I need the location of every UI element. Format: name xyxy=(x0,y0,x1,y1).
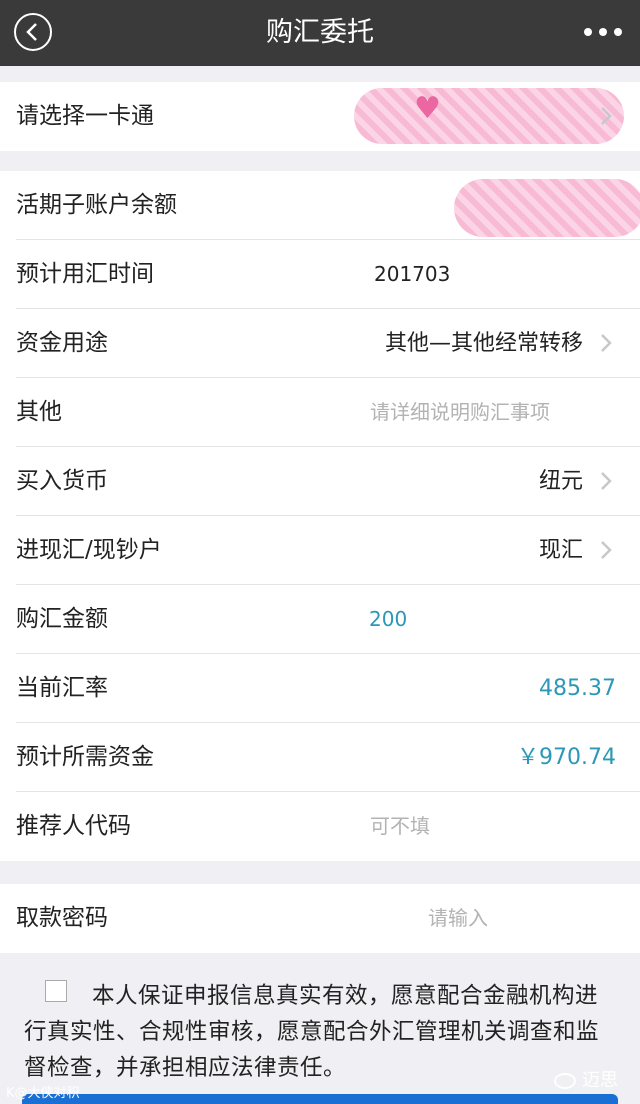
required-funds-label: 预计所需资金 xyxy=(16,744,154,770)
chevron-right-icon xyxy=(601,334,612,352)
required-funds-value: ￥970.74 xyxy=(517,745,616,770)
fund-purpose-label: 资金用途 xyxy=(16,330,108,356)
chevron-right-icon xyxy=(601,472,612,490)
card-select-label: 请选择一卡通 xyxy=(16,103,154,129)
exchange-time-label: 预计用汇时间 xyxy=(16,261,154,287)
obscured-balance-value xyxy=(454,179,640,237)
navbar: 购汇委托 xyxy=(0,0,640,66)
required-funds-row: 预计所需资金 ￥970.74 xyxy=(16,723,640,792)
watermark-right-label: 迈思 xyxy=(582,1070,618,1091)
other-label: 其他 xyxy=(16,399,62,425)
heart-sticker-icon: ♥ xyxy=(414,91,441,126)
obscured-card-value: ♥ xyxy=(354,88,624,144)
referrer-input[interactable]: 可不填 xyxy=(370,792,430,861)
password-group: 取款密码 请输入 xyxy=(0,884,640,953)
watermark-right: 迈思 xyxy=(554,1066,618,1092)
submit-button[interactable] xyxy=(22,1094,618,1104)
other-input[interactable]: 请详细说明购汇事项 xyxy=(370,378,550,447)
rate-row: 当前汇率 485.37 xyxy=(16,654,640,723)
password-label: 取款密码 xyxy=(16,905,108,931)
card-select-row[interactable]: 请选择一卡通 ♥ xyxy=(16,82,640,151)
other-row[interactable]: 其他 请详细说明购汇事项 xyxy=(16,378,640,447)
account-type-label: 进现汇/现钞户 xyxy=(16,537,162,563)
amount-label: 购汇金额 xyxy=(16,606,108,632)
balance-row: 活期子账户余额 xyxy=(16,171,640,240)
password-input[interactable]: 请输入 xyxy=(428,884,488,953)
referrer-row[interactable]: 推荐人代码 可不填 xyxy=(16,792,640,861)
watermark-left: K@大侠对积 xyxy=(6,1086,80,1101)
chevron-right-icon xyxy=(601,541,612,559)
more-dots-icon xyxy=(584,28,592,36)
buy-currency-label: 买入货币 xyxy=(16,468,108,494)
fund-purpose-value: 其他—其他经常转移 xyxy=(384,331,583,356)
purchase-form: 活期子账户余额 预计用汇时间 201703 资金用途 其他—其他经常转移 其他 … xyxy=(0,171,640,861)
buy-currency-row[interactable]: 买入货币 纽元 xyxy=(16,447,640,516)
chevron-right-icon xyxy=(601,107,612,125)
referrer-label: 推荐人代码 xyxy=(16,813,131,839)
exchange-time-row[interactable]: 预计用汇时间 201703 xyxy=(16,240,640,309)
agreement-text: 本人保证申报信息真实有效，愿意配合金融机构进行真实性、合规性审核，愿意配合外汇管… xyxy=(24,983,600,1081)
more-button[interactable] xyxy=(584,22,624,42)
amount-input[interactable]: 200 xyxy=(369,585,407,654)
account-type-row[interactable]: 进现汇/现钞户 现汇 xyxy=(16,516,640,585)
balance-label: 活期子账户余额 xyxy=(16,192,177,218)
buy-currency-value: 纽元 xyxy=(538,469,583,494)
fund-purpose-row[interactable]: 资金用途 其他—其他经常转移 xyxy=(16,309,640,378)
rate-value: 485.37 xyxy=(539,676,616,701)
page-title: 购汇委托 xyxy=(266,17,374,48)
wechat-icon xyxy=(554,1073,576,1089)
rate-label: 当前汇率 xyxy=(16,675,108,701)
account-type-value: 现汇 xyxy=(538,538,583,563)
amount-row[interactable]: 购汇金额 200 xyxy=(16,585,640,654)
exchange-time-value: 201703 xyxy=(374,262,451,286)
card-select-group: 请选择一卡通 ♥ xyxy=(0,82,640,151)
password-row[interactable]: 取款密码 请输入 xyxy=(16,884,640,953)
